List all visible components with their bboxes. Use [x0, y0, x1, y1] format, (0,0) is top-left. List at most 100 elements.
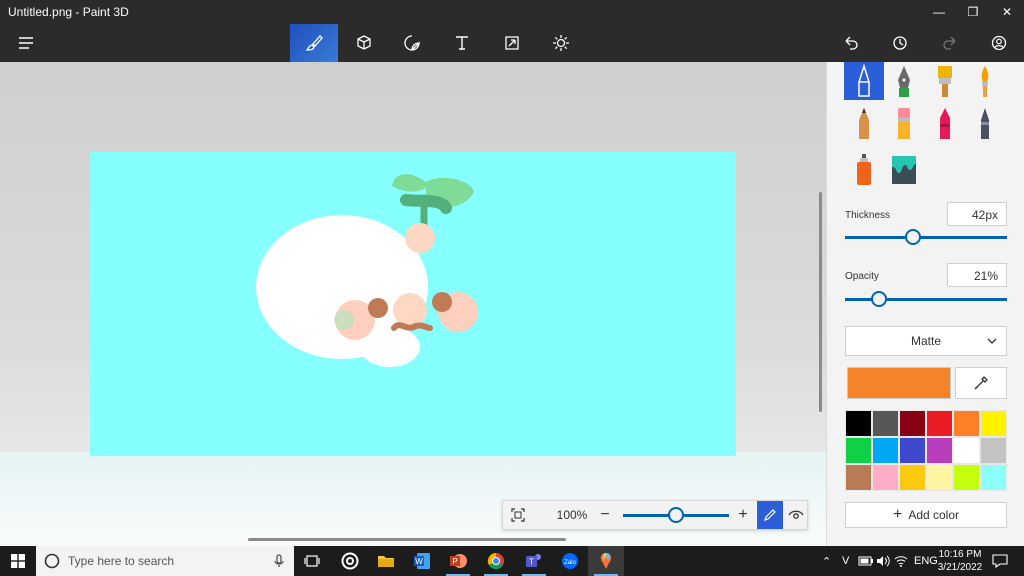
zoom-in-button[interactable]: + — [733, 501, 753, 529]
svg-text:T: T — [529, 558, 534, 567]
volume-icon[interactable] — [876, 546, 890, 576]
tray-v-icon[interactable]: V — [842, 546, 849, 576]
eyedropper-button[interactable] — [955, 367, 1007, 399]
profile-icon — [991, 35, 1007, 51]
redo-button[interactable] — [926, 24, 974, 62]
eyedropper-icon — [974, 376, 988, 390]
maximize-button[interactable]: ❐ — [956, 0, 990, 24]
history-icon — [893, 36, 907, 50]
color-swatch[interactable] — [953, 464, 980, 491]
tab-text[interactable] — [438, 24, 486, 62]
eraser-icon — [898, 108, 910, 139]
brush-eraser[interactable] — [884, 104, 924, 142]
color-swatch[interactable] — [980, 437, 1007, 464]
brush-oil[interactable] — [925, 62, 965, 100]
vertical-scrollbar[interactable] — [819, 192, 822, 412]
taskbar-app-recorder[interactable] — [332, 546, 368, 576]
chevron-down-icon — [987, 338, 997, 344]
color-swatch[interactable] — [953, 410, 980, 437]
color-swatch[interactable] — [980, 464, 1007, 491]
cortana-icon — [44, 553, 60, 569]
tab-3d-shapes[interactable] — [340, 24, 388, 62]
brush-pencil[interactable] — [844, 104, 884, 142]
color-swatch[interactable] — [899, 464, 926, 491]
profile-button[interactable] — [975, 24, 1023, 62]
tab-brushes[interactable] — [290, 24, 338, 62]
brush-pixel-pen[interactable] — [965, 104, 1005, 142]
tab-stickers[interactable] — [388, 24, 436, 62]
tab-effects[interactable] — [537, 24, 585, 62]
opacity-input[interactable]: 21% — [947, 263, 1007, 287]
notifications-button[interactable] — [992, 546, 1008, 576]
color-swatch[interactable] — [845, 437, 872, 464]
history-button[interactable] — [876, 24, 924, 62]
minimize-button[interactable]: — — [922, 0, 956, 24]
color-swatch[interactable] — [980, 410, 1007, 437]
oil-brush-icon — [938, 66, 952, 97]
finish-dropdown[interactable]: Matte — [845, 326, 1007, 356]
drawing-canvas[interactable] — [90, 152, 736, 456]
wifi-icon[interactable] — [894, 546, 908, 576]
fit-to-screen-button[interactable] — [503, 501, 533, 529]
plus-icon: + — [892, 506, 903, 523]
zoom-slider-thumb[interactable] — [668, 507, 684, 523]
color-swatch[interactable] — [845, 410, 872, 437]
brush-spray-can[interactable] — [844, 150, 884, 188]
color-swatch[interactable] — [872, 464, 899, 491]
workspace — [0, 62, 826, 546]
taskbar-search[interactable]: Type here to search — [36, 546, 294, 576]
horizontal-scrollbar[interactable] — [248, 538, 566, 541]
color-swatch[interactable] — [899, 437, 926, 464]
opacity-slider-thumb[interactable] — [871, 291, 888, 307]
undo-button[interactable] — [827, 24, 875, 62]
clock[interactable]: 10:16 PM 3/21/2022 — [932, 548, 988, 574]
notification-icon — [992, 554, 1008, 568]
close-button[interactable]: ✕ — [990, 0, 1024, 24]
taskbar-app-word[interactable]: W — [404, 546, 440, 576]
draw-mode-button[interactable] — [757, 501, 783, 529]
current-color-swatch[interactable] — [847, 367, 951, 399]
color-swatch[interactable] — [872, 410, 899, 437]
brush-marker[interactable] — [844, 62, 884, 100]
task-view-button[interactable] — [294, 546, 330, 576]
color-swatch[interactable] — [872, 437, 899, 464]
target-icon — [341, 552, 359, 570]
calligraphy-pen-icon — [898, 66, 910, 97]
opacity-slider-track[interactable] — [845, 298, 1007, 301]
brush-crayon[interactable] — [925, 104, 965, 142]
tab-canvas[interactable] — [488, 24, 536, 62]
color-swatch[interactable] — [899, 410, 926, 437]
brush-calligraphy-pen[interactable] — [884, 62, 924, 100]
add-color-button[interactable]: + Add color — [845, 502, 1007, 528]
zoom-value: 100% — [556, 508, 588, 522]
hamburger-icon — [19, 37, 33, 49]
color-swatch[interactable] — [845, 464, 872, 491]
taskbar-app-powerpoint[interactable]: P — [440, 546, 476, 576]
show-hidden-icons-button[interactable]: ⌃ — [822, 546, 831, 576]
thickness-slider-thumb[interactable] — [905, 229, 922, 245]
battery-icon[interactable] — [858, 546, 874, 576]
menu-button[interactable] — [2, 24, 50, 62]
taskbar-app-zalo[interactable]: Zalo — [552, 546, 588, 576]
taskbar-app-explorer[interactable] — [368, 546, 404, 576]
taskbar-app-paint3d[interactable] — [588, 546, 624, 576]
view-mode-button[interactable] — [783, 501, 809, 529]
sticker-icon — [404, 35, 420, 51]
taskbar-app-chrome[interactable] — [478, 546, 514, 576]
color-swatch[interactable] — [926, 437, 953, 464]
thickness-slider-track[interactable] — [845, 236, 1007, 239]
start-button[interactable] — [0, 546, 36, 576]
brush-watercolor[interactable] — [965, 62, 1005, 100]
resize-icon — [505, 36, 519, 50]
color-swatch[interactable] — [953, 437, 980, 464]
zoom-out-button[interactable]: − — [595, 501, 615, 529]
color-swatch[interactable] — [926, 410, 953, 437]
radish-drawing — [256, 174, 478, 367]
taskbar-app-teams[interactable]: T — [516, 546, 552, 576]
thickness-label: Thickness — [845, 210, 891, 221]
thickness-input[interactable]: 42px — [947, 202, 1007, 226]
color-swatch[interactable] — [926, 464, 953, 491]
brush-fill[interactable] — [884, 150, 924, 188]
brush-icon — [305, 35, 323, 51]
svg-text:W: W — [415, 557, 423, 566]
